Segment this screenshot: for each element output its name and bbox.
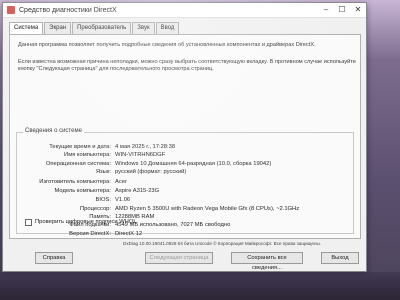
window-controls: – ☐ ✕ [318, 3, 366, 17]
info-value: русский (формат: русский) [115, 169, 187, 175]
info-row-directx: Версия DirectX: DirectX 12 [17, 231, 353, 239]
info-value: Acer [115, 179, 127, 185]
whql-checkbox-label: Проверить цифровые подписи WHQL [35, 219, 137, 225]
info-label: Модель компьютера: [54, 188, 111, 194]
info-label: Язык: [95, 169, 111, 175]
info-row-processor: Процессор: AMD Ryzen 5 3500U with Radeon… [17, 206, 353, 214]
tab-render[interactable]: Преобразователь [72, 22, 132, 34]
info-row-manufacturer: Изготовитель компьютера: Acer [17, 179, 353, 187]
info-value: DirectX 12 [115, 231, 143, 237]
info-row-computer-name: Имя компьютера: WIN-VITRHN6DGF [17, 152, 353, 160]
system-info-group-title: Сведения о системе [23, 128, 84, 134]
intro-text-line-2: Если известна возможная причина неполадк… [18, 59, 356, 65]
tab-strip: Система Экран Преобразователь Звук Ввод [9, 22, 180, 34]
info-value: Aspire A315-23G [115, 188, 160, 194]
dxdiag-app-icon [7, 6, 15, 14]
close-icon[interactable]: ✕ [350, 3, 366, 17]
info-value: AMD Ryzen 5 3500U with Radeon Vega Mobil… [115, 206, 300, 212]
system-tab-panel: Данная программа позволяет получить подр… [9, 34, 361, 239]
info-row-language: Язык: русский (формат: русский) [17, 169, 353, 177]
dxdiag-window: Средство диагностики DirectX – ☐ ✕ Систе… [2, 2, 367, 272]
info-value: 4 мая 2025 г., 17:28:38 [115, 144, 176, 150]
whql-checkbox[interactable] [25, 218, 32, 226]
tab-system[interactable]: Система [9, 22, 44, 34]
tab-display[interactable]: Экран [44, 22, 72, 34]
dialog-buttons: Справка Следующая страница Сохранить все… [33, 252, 363, 271]
whql-check-row[interactable]: Проверить цифровые подписи WHQL [25, 218, 137, 226]
monitor-bottom-area [0, 272, 400, 300]
info-label: BIOS: [95, 197, 111, 203]
info-value: V1.06 [115, 197, 131, 203]
info-label: Операционная система: [45, 161, 111, 167]
info-row-bios: BIOS: V1.06 [17, 197, 353, 205]
info-value: Windows 10 Домашняя 64-разрядная (10.0, … [115, 161, 272, 167]
intro-text-line-1: Данная программа позволяет получить подр… [18, 42, 316, 48]
title-bar[interactable]: Средство диагностики DirectX – ☐ ✕ [3, 3, 366, 18]
dxdiag-version-note: DxDiag 10.00.19041.0928 64 бита Unicode … [123, 241, 322, 246]
info-row-datetime: Текущие время и дата: 4 мая 2025 г., 17:… [17, 144, 353, 152]
help-button[interactable]: Справка [35, 252, 73, 264]
info-label: Версия DirectX: [69, 231, 111, 237]
tab-sound[interactable]: Звук [132, 22, 155, 34]
intro-text-line-3: кнопку "Следующая страница" для последов… [18, 66, 214, 72]
info-value: WIN-VITRHN6DGF [115, 152, 166, 158]
window-title: Средство диагностики DirectX [19, 6, 117, 14]
info-row-model: Модель компьютера: Aspire A315-23G [17, 188, 353, 196]
info-label: Имя компьютера: [64, 152, 111, 158]
save-all-info-button[interactable]: Сохранить все сведения... [231, 252, 303, 271]
tab-input[interactable]: Ввод [155, 22, 180, 34]
maximize-icon[interactable]: ☐ [334, 3, 350, 17]
minimize-icon[interactable]: – [318, 3, 334, 17]
info-label: Процессор: [79, 206, 111, 212]
info-label: Изготовитель компьютера: [39, 179, 111, 185]
info-row-os: Операционная система: Windows 10 Домашня… [17, 161, 353, 169]
info-label: Текущие время и дата: [49, 144, 111, 150]
next-page-button[interactable]: Следующая страница [145, 252, 213, 264]
exit-button[interactable]: Выход [321, 252, 359, 264]
